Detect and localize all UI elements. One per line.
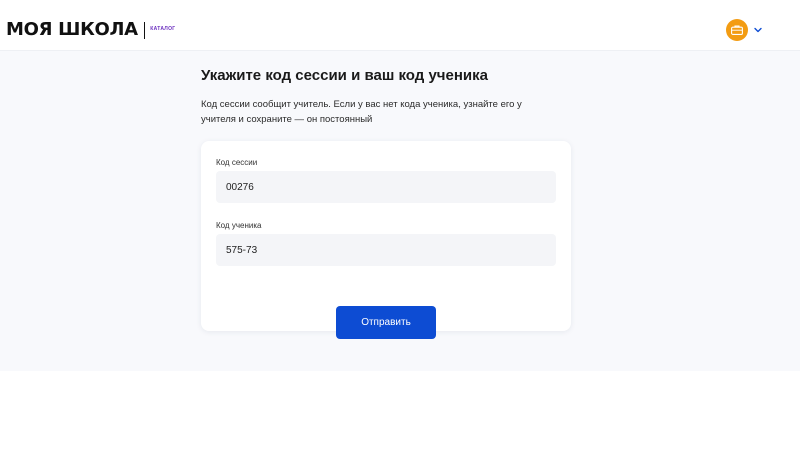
page-description: Код сессии сообщит учитель. Если у вас н… — [201, 99, 522, 125]
student-code-value: 575-73 — [226, 244, 258, 256]
chevron-down-icon[interactable] — [754, 27, 762, 33]
submit-button[interactable]: Отправить — [336, 306, 436, 339]
main-content: Укажите код сессии и ваш код ученика Код… — [0, 51, 800, 371]
session-code-value: 00276 — [226, 181, 254, 193]
code-form-card: Код сессии 00276 Код ученика 575-73 — [201, 141, 571, 331]
student-code-input[interactable]: 575-73 — [216, 234, 556, 266]
logo-subtitle: КАТАЛОГ — [150, 26, 176, 32]
top-header: МОЯ ШКОЛА КАТАЛОГ — [0, 0, 800, 51]
session-code-label: Код сессии — [216, 158, 258, 167]
session-code-input[interactable]: 00276 — [216, 171, 556, 203]
avatar[interactable] — [726, 19, 748, 41]
logo[interactable]: МОЯ ШКОЛА КАТАЛОГ — [6, 19, 175, 41]
briefcase-icon — [731, 25, 743, 35]
user-menu[interactable] — [726, 19, 762, 41]
logo-text: МОЯ ШКОЛА — [6, 19, 138, 40]
logo-divider — [143, 21, 146, 39]
student-code-label: Код ученика — [216, 221, 262, 230]
page-title: Укажите код сессии и ваш код ученика — [201, 67, 488, 84]
